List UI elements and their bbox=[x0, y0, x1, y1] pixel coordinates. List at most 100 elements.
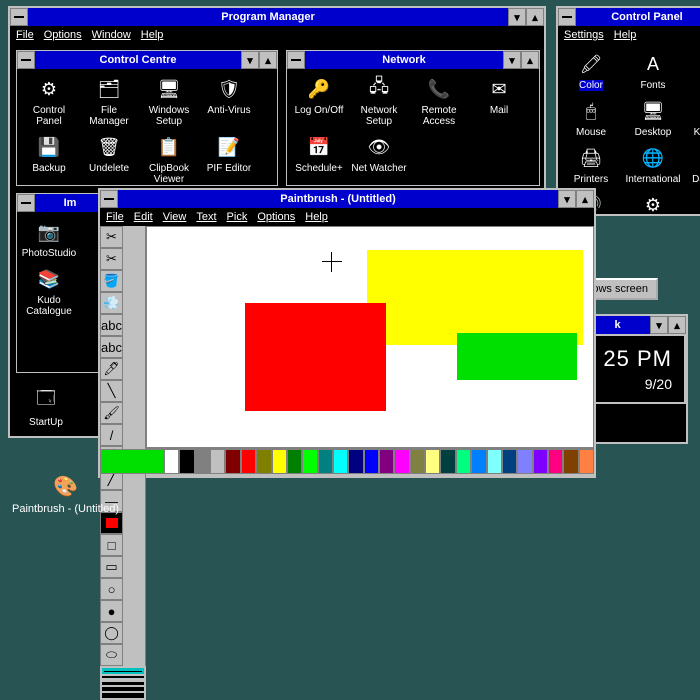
minimize-button[interactable]: ▾ bbox=[503, 51, 521, 69]
net-item-3[interactable]: ✉Mail bbox=[469, 73, 529, 129]
color-swatch[interactable] bbox=[440, 449, 455, 474]
color-swatch[interactable] bbox=[410, 449, 425, 474]
tool-7[interactable]: ╲ bbox=[100, 380, 123, 402]
startup-group-icon[interactable]: 🗔 StartUp bbox=[16, 385, 76, 430]
img-item-0[interactable]: 📷PhotoStudio bbox=[19, 216, 79, 261]
menu-view[interactable]: View bbox=[163, 211, 187, 223]
color-swatch[interactable] bbox=[225, 449, 240, 474]
color-swatch[interactable] bbox=[241, 449, 256, 474]
menu-help[interactable]: Help bbox=[141, 29, 164, 41]
cp-item-7[interactable]: 🌐International bbox=[622, 142, 684, 187]
tool-5[interactable]: abc bbox=[100, 336, 123, 358]
minimize-button[interactable]: ▾ bbox=[650, 316, 668, 334]
color-swatch[interactable] bbox=[471, 449, 486, 474]
system-menu-icon[interactable] bbox=[287, 51, 305, 69]
maximize-button[interactable]: ▴ bbox=[668, 316, 686, 334]
menu-help[interactable]: Help bbox=[305, 211, 328, 223]
img-item-1[interactable]: 📚Kudo Catalogue bbox=[19, 263, 79, 319]
color-swatch[interactable] bbox=[164, 449, 179, 474]
cc-item-0[interactable]: ⚙Control Panel bbox=[19, 73, 79, 129]
color-swatch[interactable] bbox=[302, 449, 317, 474]
net-item-1[interactable]: 🖧Network Setup bbox=[349, 73, 409, 129]
color-swatch[interactable] bbox=[579, 449, 594, 474]
menu-edit[interactable]: Edit bbox=[134, 211, 153, 223]
color-swatch[interactable] bbox=[333, 449, 348, 474]
net-item-0[interactable]: 🔑Log On/Off bbox=[289, 73, 349, 129]
tool-18[interactable]: ◯ bbox=[100, 622, 123, 644]
system-menu-icon[interactable] bbox=[17, 194, 35, 212]
minimize-button[interactable]: ▾ bbox=[241, 51, 259, 69]
net-item-2[interactable]: 📞Remote Access bbox=[409, 73, 469, 129]
system-menu-icon[interactable] bbox=[17, 51, 35, 69]
net-titlebar[interactable]: Network ▾ ▴ bbox=[287, 51, 539, 69]
color-swatch[interactable] bbox=[502, 449, 517, 474]
cc-item-7[interactable]: 📝PIF Editor bbox=[199, 131, 259, 187]
tool-1[interactable]: ✂ bbox=[100, 248, 123, 270]
color-swatch[interactable] bbox=[348, 449, 363, 474]
foreground-color[interactable] bbox=[101, 450, 163, 473]
canvas[interactable] bbox=[146, 226, 594, 448]
cc-item-6[interactable]: 📋ClipBook Viewer bbox=[139, 131, 199, 187]
cp-item-10[interactable]: ⚙Drivers bbox=[622, 189, 684, 216]
cc-item-3[interactable]: 🛡Anti-Virus bbox=[199, 73, 259, 129]
menu-text[interactable]: Text bbox=[196, 211, 216, 223]
cp-item-5[interactable]: ⌨Keyboard bbox=[684, 95, 700, 140]
system-menu-icon[interactable] bbox=[100, 190, 118, 208]
paintbrush-desktop-icon[interactable]: 🎨 Paintbrush - (Untitled) bbox=[12, 471, 119, 515]
cp-item-4[interactable]: 🖥Desktop bbox=[622, 95, 684, 140]
tool-9[interactable]: / bbox=[100, 424, 123, 446]
cp-titlebar[interactable]: Control Panel ▾ ▴ bbox=[558, 8, 700, 26]
tool-8[interactable]: 🖌 bbox=[100, 402, 123, 424]
tool-4[interactable]: abc bbox=[100, 314, 123, 336]
cc-item-1[interactable]: 🗂File Manager bbox=[79, 73, 139, 129]
cp-item-1[interactable]: AFonts bbox=[622, 48, 684, 93]
menu-options[interactable]: Options bbox=[44, 29, 82, 41]
cp-item-0[interactable]: 🖍Color bbox=[560, 48, 622, 93]
menu-settings[interactable]: Settings bbox=[564, 29, 604, 41]
net-item-4[interactable]: 📅Schedule+ bbox=[289, 131, 349, 176]
color-swatch[interactable] bbox=[272, 449, 287, 474]
menu-help[interactable]: Help bbox=[614, 29, 637, 41]
color-swatch[interactable] bbox=[364, 449, 379, 474]
pm-titlebar[interactable]: Program Manager ▾ ▴ bbox=[10, 8, 544, 26]
system-menu-icon[interactable] bbox=[558, 8, 576, 26]
color-swatch[interactable] bbox=[487, 449, 502, 474]
tool-2[interactable]: 🪣 bbox=[100, 270, 123, 292]
pb-titlebar[interactable]: Paintbrush - (Untitled) ▾ ▴ bbox=[100, 190, 594, 208]
color-swatch[interactable] bbox=[517, 449, 532, 474]
color-swatch[interactable] bbox=[533, 449, 548, 474]
color-swatch[interactable] bbox=[548, 449, 563, 474]
cc-item-4[interactable]: 💾Backup bbox=[19, 131, 79, 187]
menu-file[interactable]: File bbox=[106, 211, 124, 223]
line-width-selector[interactable] bbox=[100, 666, 146, 700]
cc-item-5[interactable]: 🗑Undelete bbox=[79, 131, 139, 187]
net-item-5[interactable]: 👁Net Watcher bbox=[349, 131, 409, 176]
color-swatch[interactable] bbox=[379, 449, 394, 474]
cp-item-2[interactable]: ⧉Ports bbox=[684, 48, 700, 93]
color-swatch[interactable] bbox=[195, 449, 210, 474]
menu-pick[interactable]: Pick bbox=[227, 211, 248, 223]
maximize-button[interactable]: ▴ bbox=[259, 51, 277, 69]
color-swatch[interactable] bbox=[563, 449, 578, 474]
tool-14[interactable]: □ bbox=[100, 534, 123, 556]
cp-item-3[interactable]: 🖱Mouse bbox=[560, 95, 622, 140]
color-swatch[interactable] bbox=[179, 449, 194, 474]
tool-3[interactable]: 💨 bbox=[100, 292, 123, 314]
cp-item-6[interactable]: 🖨Printers bbox=[560, 142, 622, 187]
cc-item-2[interactable]: 🖥Windows Setup bbox=[139, 73, 199, 129]
tool-0[interactable]: ✂ bbox=[100, 226, 123, 248]
color-swatch[interactable] bbox=[256, 449, 271, 474]
menu-file[interactable]: File bbox=[16, 29, 34, 41]
menu-window[interactable]: Window bbox=[92, 29, 131, 41]
minimize-button[interactable]: ▾ bbox=[508, 8, 526, 26]
tool-17[interactable]: ● bbox=[100, 600, 123, 622]
tool-6[interactable]: 🖊 bbox=[100, 358, 123, 380]
minimize-button[interactable]: ▾ bbox=[558, 190, 576, 208]
maximize-button[interactable]: ▴ bbox=[526, 8, 544, 26]
maximize-button[interactable]: ▴ bbox=[521, 51, 539, 69]
cc-titlebar[interactable]: Control Centre ▾ ▴ bbox=[17, 51, 277, 69]
color-swatch[interactable] bbox=[210, 449, 225, 474]
img-titlebar[interactable]: Im bbox=[17, 194, 105, 212]
tool-15[interactable]: ▭ bbox=[100, 556, 123, 578]
cp-item-8[interactable]: 🕒Date/Time bbox=[684, 142, 700, 187]
